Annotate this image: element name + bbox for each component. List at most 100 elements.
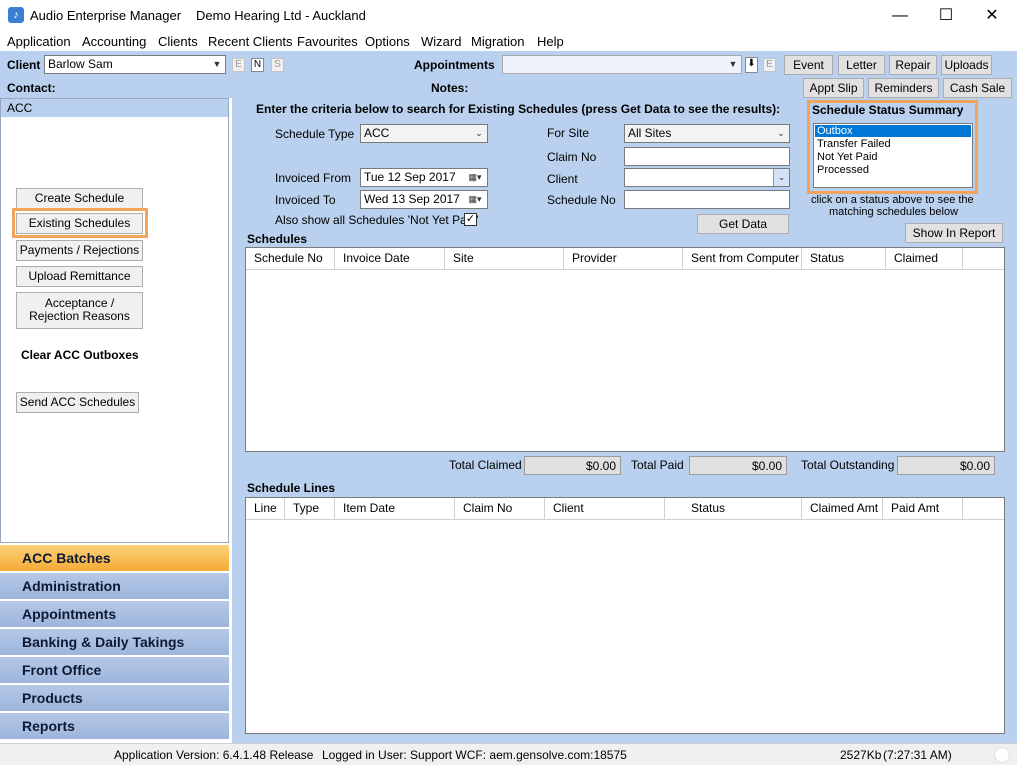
total-outstanding-label: Total Outstanding [801, 458, 895, 472]
for-site-select[interactable]: All Sites ⌄ [624, 124, 790, 143]
claim-no-input[interactable] [624, 147, 790, 166]
status-hint-line2: matching schedules below [829, 206, 959, 218]
calendar-icon[interactable]: ▦▾ [463, 169, 487, 186]
total-claimed-label: Total Claimed [449, 458, 522, 472]
nav-appointments[interactable]: Appointments [0, 601, 229, 628]
client-select-value: Barlow Sam [48, 57, 113, 71]
nav-reports[interactable]: Reports [0, 713, 229, 740]
show-in-report-button[interactable]: Show In Report [905, 223, 1003, 243]
reminders-button[interactable]: Reminders [868, 78, 939, 98]
nav-banking-daily-takings[interactable]: Banking & Daily Takings [0, 629, 229, 656]
menu-application[interactable]: Application [7, 34, 71, 49]
chevron-down-icon: ⌄ [777, 128, 785, 138]
upload-remittance-button[interactable]: Upload Remittance [16, 266, 143, 287]
search-instruction: Enter the criteria below to search for E… [256, 102, 781, 116]
menu-wizard[interactable]: Wizard [421, 34, 461, 49]
status-processed[interactable]: Processed [814, 164, 972, 177]
appt-slip-button[interactable]: Appt Slip [803, 78, 864, 98]
col-sent-from-computer[interactable]: Sent from Computer [683, 248, 802, 269]
also-show-not-yet-paid-checkbox[interactable]: ✓ [464, 213, 477, 226]
col-claim-no[interactable]: Claim No [455, 498, 545, 519]
event-button[interactable]: Event [784, 55, 833, 75]
menu-migration[interactable]: Migration [471, 34, 524, 49]
get-data-button[interactable]: Get Data [697, 214, 789, 234]
total-claimed-value: $0.00 [524, 456, 621, 475]
client-select[interactable]: Barlow Sam ▼ [44, 55, 226, 74]
payments-rejections-button[interactable]: Payments / Rejections [16, 240, 143, 261]
invoiced-from-date[interactable]: Tue 12 Sep 2017 ▦▾ [360, 168, 488, 187]
chevron-down-icon: ⌄ [773, 169, 789, 186]
maximize-button[interactable]: ☐ [923, 0, 969, 31]
calendar-icon[interactable]: ▦▾ [463, 191, 487, 208]
send-acc-schedules-button[interactable]: Send ACC Schedules [16, 392, 139, 413]
invoiced-to-date[interactable]: Wed 13 Sep 2017 ▦▾ [360, 190, 488, 209]
cash-sale-button[interactable]: Cash Sale [943, 78, 1012, 98]
col-claimed-amt[interactable]: Claimed Amt [802, 498, 883, 519]
repair-button[interactable]: Repair [889, 55, 937, 75]
col-client[interactable]: Client [545, 498, 665, 519]
app-title: Audio Enterprise Manager [30, 8, 182, 23]
schedules-header-row: Schedule No Invoice Date Site Provider S… [246, 248, 1004, 270]
close-button[interactable]: ✕ [969, 0, 1015, 31]
col-schedule-no[interactable]: Schedule No [246, 248, 335, 269]
memory-usage: 2527Kb [840, 748, 882, 762]
schedule-no-input[interactable] [624, 190, 790, 209]
client-new-button[interactable]: N [251, 58, 264, 72]
col-line[interactable]: Line [246, 498, 285, 519]
status-outbox[interactable]: Outbox [815, 125, 971, 137]
col-claimed[interactable]: Claimed [886, 248, 963, 269]
app-version: Application Version: 6.4.1.48 Release [114, 748, 314, 762]
status-not-yet-paid[interactable]: Not Yet Paid [814, 151, 972, 164]
menu-clients[interactable]: Clients [158, 34, 198, 49]
col-paid-amt[interactable]: Paid Amt [883, 498, 963, 519]
client-edit-button[interactable]: E [232, 58, 245, 72]
menu-accounting[interactable]: Accounting [82, 34, 146, 49]
download-icon[interactable]: ⬇ [745, 57, 758, 73]
invoiced-to-value: Wed 13 Sep 2017 [364, 192, 460, 206]
nav-administration[interactable]: Administration [0, 573, 229, 600]
nav-acc-batches[interactable]: ACC Batches [0, 545, 229, 572]
schedule-type-value: ACC [364, 126, 390, 140]
uploads-button[interactable]: Uploads [941, 55, 992, 75]
appointment-edit-button[interactable]: E [763, 58, 776, 72]
col-type[interactable]: Type [285, 498, 335, 519]
module-nav: ACC Batches Administration Appointments … [0, 545, 229, 743]
schedule-type-select[interactable]: ACC ⌄ [360, 124, 488, 143]
menu-favourites[interactable]: Favourites [297, 34, 358, 49]
schedule-lines-grid[interactable]: Line Type Item Date Claim No Client Stat… [245, 497, 1005, 734]
schedules-grid[interactable]: Schedule No Invoice Date Site Provider S… [245, 247, 1005, 452]
menu-recent-clients[interactable]: Recent Clients [208, 34, 293, 49]
for-site-label: For Site [547, 126, 590, 140]
app-logo-icon: ♪ [8, 7, 24, 23]
nav-front-office[interactable]: Front Office [0, 657, 229, 684]
status-summary-list[interactable]: Outbox Transfer Failed Not Yet Paid Proc… [813, 123, 973, 188]
col-status[interactable]: Status [802, 248, 886, 269]
notes-label: Notes: [431, 81, 469, 95]
chevron-down-icon: ▼ [728, 59, 738, 69]
clear-acc-outboxes-label[interactable]: Clear ACC Outboxes [21, 348, 139, 362]
total-outstanding-value: $0.00 [897, 456, 995, 475]
col-item-date[interactable]: Item Date [335, 498, 455, 519]
create-schedule-button[interactable]: Create Schedule [16, 188, 143, 209]
status-transfer-failed[interactable]: Transfer Failed [814, 138, 972, 151]
col-provider[interactable]: Provider [564, 248, 683, 269]
client-label: Client [7, 58, 41, 72]
menu-options[interactable]: Options [365, 34, 410, 49]
client-search-button[interactable]: S [271, 58, 284, 72]
client-search-select[interactable]: ⌄ [624, 168, 790, 187]
schedule-lines-header-row: Line Type Item Date Claim No Client Stat… [246, 498, 1004, 520]
col-line-status[interactable]: Status [683, 498, 802, 519]
minimize-button[interactable]: — [877, 0, 923, 31]
title-bar: ♪ Audio Enterprise Manager Demo Hearing … [0, 0, 1017, 31]
existing-schedules-button[interactable]: Existing Schedules [16, 213, 143, 234]
col-invoice-date[interactable]: Invoice Date [335, 248, 445, 269]
appointments-select[interactable]: ▼ [502, 55, 742, 74]
acceptance-rejection-button[interactable]: Acceptance / Rejection Reasons [16, 292, 143, 329]
letter-button[interactable]: Letter [838, 55, 885, 75]
col-site[interactable]: Site [445, 248, 564, 269]
nav-products[interactable]: Products [0, 685, 229, 712]
contact-label: Contact: [7, 81, 56, 95]
for-site-value: All Sites [628, 126, 672, 140]
menu-help[interactable]: Help [537, 34, 564, 49]
acceptance-line2: Rejection Reasons [29, 309, 130, 323]
